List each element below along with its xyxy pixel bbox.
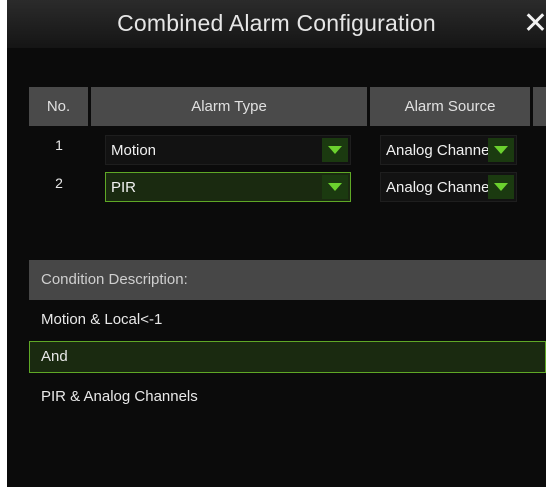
chevron-down-icon[interactable]	[322, 138, 348, 162]
column-header-alarm-source: Alarm Source	[370, 87, 530, 126]
row-2-number: 2	[55, 175, 63, 191]
chevron-down-icon[interactable]	[322, 175, 348, 199]
combined-alarm-dialog: Combined Alarm Configuration ✕ No. Alarm…	[7, 0, 546, 487]
row-1-alarm-source-select[interactable]: Analog Channels	[380, 135, 517, 165]
condition-line-2[interactable]: And	[29, 341, 546, 373]
condition-line-1[interactable]: Motion & Local<-1	[29, 304, 546, 336]
close-icon[interactable]: ✕	[523, 6, 546, 41]
chevron-down-icon[interactable]	[488, 138, 514, 162]
chevron-down-icon[interactable]	[488, 175, 514, 199]
title-bar: Combined Alarm Configuration ✕	[7, 0, 546, 48]
row-2-alarm-type-select[interactable]: PIR	[105, 172, 351, 202]
row-1-alarm-source-value: Analog Channels	[386, 142, 490, 159]
condition-line-3[interactable]: PIR & Analog Channels	[29, 381, 546, 413]
row-1-alarm-type-select[interactable]: Motion	[105, 135, 351, 165]
column-header-alarm-type: Alarm Type	[91, 87, 367, 126]
dialog-title: Combined Alarm Configuration	[117, 10, 436, 36]
row-2-alarm-source-select[interactable]: Analog Channels	[380, 172, 517, 202]
column-header-no: No.	[29, 87, 88, 126]
row-1-number: 1	[55, 137, 63, 153]
row-1-alarm-type-value: Motion	[111, 142, 157, 159]
condition-description-header: Condition Description:	[29, 260, 546, 300]
column-header-extra	[533, 87, 546, 126]
row-2-alarm-source-value: Analog Channels	[386, 179, 490, 196]
row-2-alarm-type-value: PIR	[111, 179, 137, 196]
